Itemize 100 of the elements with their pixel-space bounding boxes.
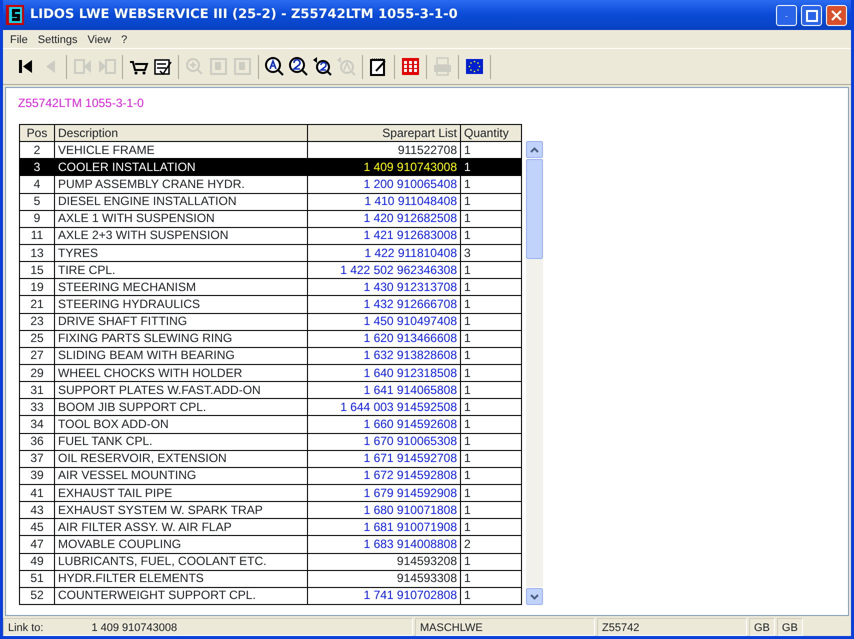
- menu-item[interactable]: View: [82, 30, 116, 48]
- flag-icon: [464, 56, 485, 77]
- app-logo-icon: [6, 5, 24, 25]
- table-cell: 9: [20, 210, 54, 228]
- status-user: MASCHLWE: [415, 618, 595, 636]
- table-cell: 1: [460, 570, 522, 588]
- flag-button[interactable]: [464, 56, 485, 77]
- table-cell: 15: [20, 262, 54, 279]
- table-cell: OIL RESERVOIR, EXTENSION: [54, 450, 308, 468]
- table-cell: 41: [20, 484, 54, 502]
- status-language: GB: [776, 618, 803, 636]
- menu-item[interactable]: ?: [116, 30, 132, 48]
- table-cell: WHEEL CHOCKS WITH HOLDER: [54, 364, 308, 382]
- table-cell: DIESEL ENGINE INSTALLATION: [54, 193, 308, 210]
- menu-item[interactable]: Settings: [32, 30, 82, 48]
- status-language: GB: [749, 618, 775, 636]
- table-cell: 914593208: [308, 553, 460, 570]
- table-cell: 23: [20, 313, 54, 330]
- table-cell: 34: [20, 416, 54, 434]
- part-link[interactable]: 1 671 914592708: [308, 450, 460, 468]
- part-link[interactable]: 1 430 912313708: [308, 278, 460, 296]
- part-link[interactable]: 1 680 910071808: [308, 502, 460, 519]
- scrollbar-thumb[interactable]: [526, 159, 543, 259]
- table-cell: 13: [20, 244, 54, 262]
- part-link[interactable]: 1 410 911048408: [308, 193, 460, 210]
- table-cell: LUBRICANTS, FUEL, COOLANT ETC.: [54, 553, 308, 570]
- table-cell: 49: [20, 553, 54, 570]
- table-cell: 1: [460, 433, 522, 450]
- table-cell: 4: [20, 176, 54, 194]
- page-icon: [208, 56, 229, 77]
- part-link[interactable]: 1 450 910497408: [308, 313, 460, 330]
- close-button[interactable]: [826, 4, 847, 26]
- table-cell: 914593308: [308, 570, 460, 588]
- table-cell: 3: [460, 244, 522, 262]
- part-link[interactable]: 1 409 910743008: [308, 158, 460, 176]
- part-link[interactable]: 1 681 910071908: [308, 518, 460, 536]
- table-cell: EXHAUST SYSTEM W. SPARK TRAP: [54, 502, 308, 519]
- table-cell: 1: [460, 227, 522, 244]
- part-link[interactable]: 1 641 914065808: [308, 382, 460, 399]
- printer-icon: [432, 56, 453, 77]
- part-link[interactable]: 1 679 914592908: [308, 484, 460, 502]
- table-cell: PUMP ASSEMBLY CRANE HYDR.: [54, 176, 308, 194]
- part-link[interactable]: 1 620 913466608: [308, 330, 460, 348]
- document-arrow-icon: [72, 56, 93, 77]
- table-cell: 1: [460, 158, 522, 176]
- menu-item[interactable]: File: [5, 30, 33, 48]
- table-cell: 1: [460, 416, 522, 434]
- part-link[interactable]: 1 660 914592608: [308, 416, 460, 434]
- scroll-down-button[interactable]: [526, 588, 543, 605]
- part-link[interactable]: 1 741 910702808: [308, 587, 460, 604]
- table-cell: 21: [20, 296, 54, 314]
- search-button[interactable]: [288, 56, 309, 77]
- table-cell: 11: [20, 227, 54, 244]
- part-link[interactable]: 1 420 912682508: [308, 210, 460, 228]
- table-cell: 3: [20, 158, 54, 176]
- part-link[interactable]: 1 422 911810408: [308, 244, 460, 262]
- table-cell: 39: [20, 467, 54, 484]
- status-label: Link to:: [8, 621, 44, 634]
- part-link[interactable]: 1 432 912666708: [308, 296, 460, 314]
- grid-button[interactable]: [400, 56, 421, 77]
- table-cell: 1: [460, 553, 522, 570]
- table-cell: AIR VESSEL MOUNTING: [54, 467, 308, 484]
- part-link[interactable]: 1 670 910065308: [308, 433, 460, 450]
- part-link[interactable]: 1 422 502 962346308: [308, 262, 460, 279]
- part-link[interactable]: 1 672 914592808: [308, 467, 460, 484]
- part-link[interactable]: 1 644 003 914592508: [308, 398, 460, 416]
- table-cell: 1: [460, 262, 522, 279]
- table-cell: FUEL TANK CPL.: [54, 433, 308, 450]
- minimize-button[interactable]: [776, 4, 797, 26]
- table-cell: TIRE CPL.: [54, 262, 308, 279]
- chevron-up-icon: [530, 146, 539, 152]
- part-link[interactable]: 1 421 912683008: [308, 227, 460, 244]
- search-back-button[interactable]: [312, 56, 333, 77]
- table-cell: COOLER INSTALLATION: [54, 158, 308, 176]
- maximize-button[interactable]: [801, 4, 822, 26]
- close-icon: [829, 8, 844, 22]
- part-link[interactable]: 1 640 912318508: [308, 364, 460, 382]
- page-icon: [232, 56, 253, 77]
- table-cell: 37: [20, 450, 54, 468]
- search-button[interactable]: [264, 56, 285, 77]
- part-link[interactable]: 1 683 914008808: [308, 536, 460, 554]
- table-cell: SUPPORT PLATES W.FAST.ADD-ON: [54, 382, 308, 399]
- table-cell: BOOM JIB SUPPORT CPL.: [54, 398, 308, 416]
- table-cell: 29: [20, 364, 54, 382]
- table-cell: EXHAUST TAIL PIPE: [54, 484, 308, 502]
- table-cell: 1: [460, 176, 522, 194]
- part-link[interactable]: 1 200 910065408: [308, 176, 460, 194]
- status-code: Z55742: [597, 618, 747, 636]
- maximize-icon: [804, 8, 819, 22]
- table-cell: FIXING PARTS SLEWING RING: [54, 330, 308, 348]
- table-cell: 33: [20, 398, 54, 416]
- table-cell: 1: [460, 467, 522, 484]
- table-cell: 36: [20, 433, 54, 450]
- search-icon: [288, 56, 309, 77]
- part-link[interactable]: 1 632 913828608: [308, 347, 460, 364]
- column-header: Sparepart List: [308, 124, 460, 142]
- table-cell: 1: [460, 193, 522, 210]
- scroll-up-button[interactable]: [526, 141, 543, 158]
- table-cell: 1: [460, 398, 522, 416]
- column-header: Pos: [20, 124, 54, 142]
